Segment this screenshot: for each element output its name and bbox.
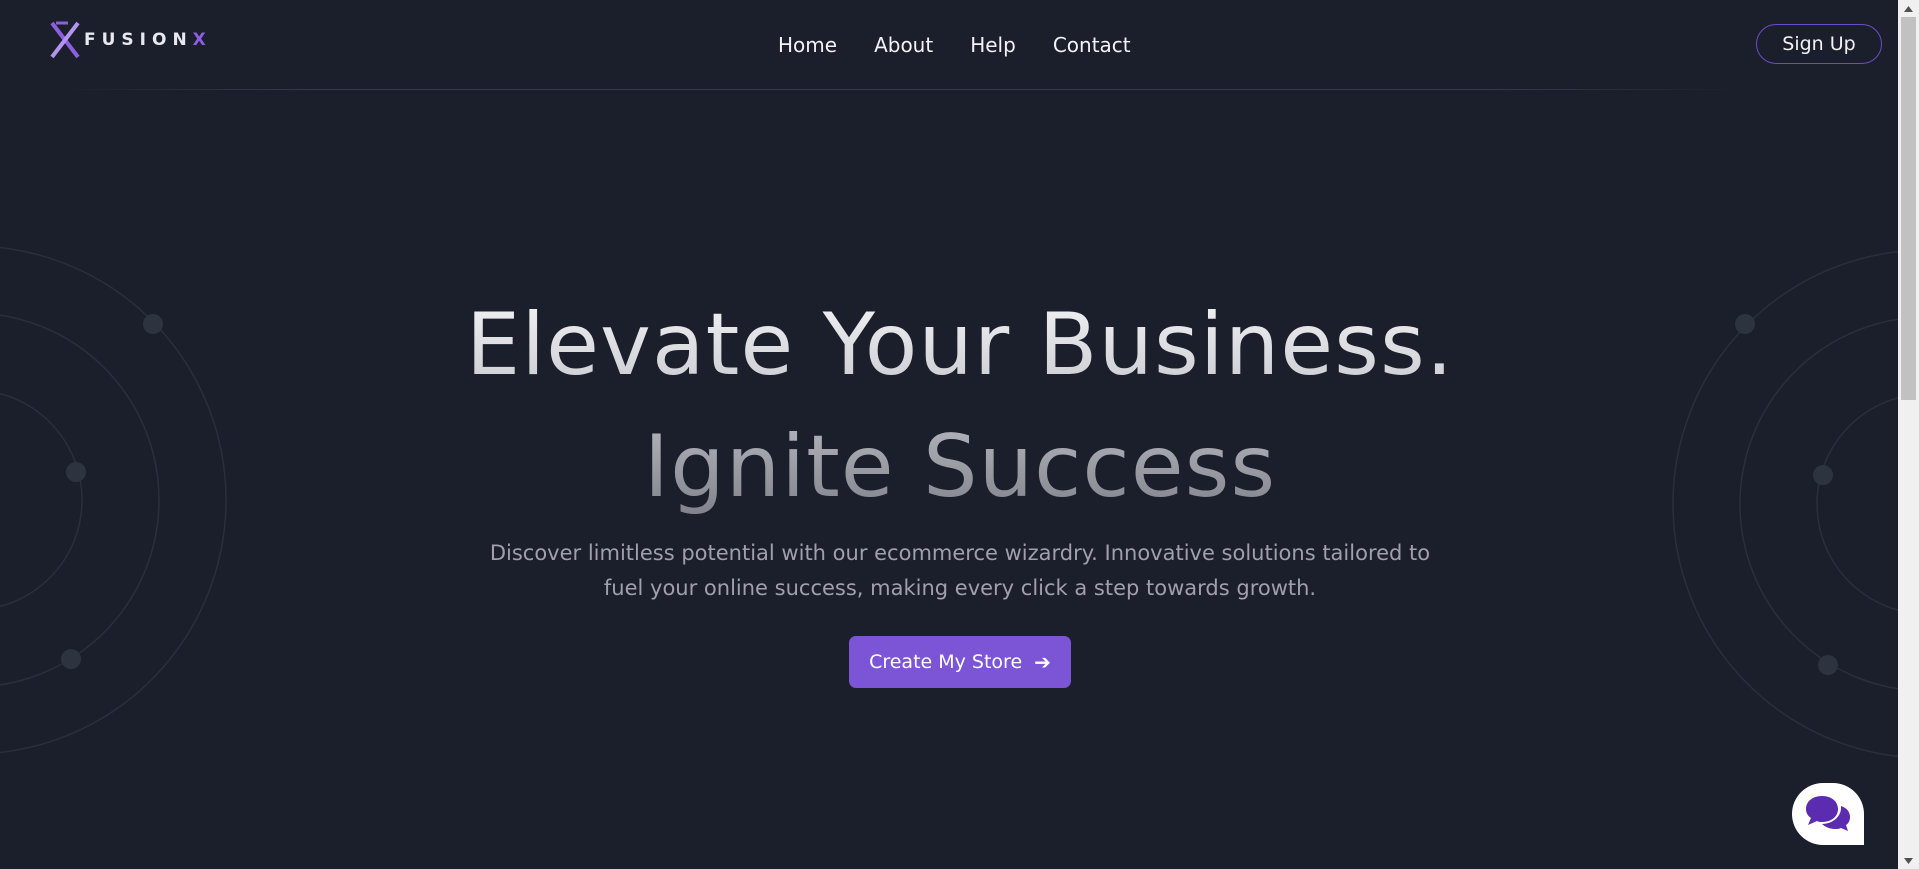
scrollbar-thumb[interactable]: [1901, 17, 1916, 400]
hero-title: Elevate Your Business.: [0, 290, 1898, 400]
page-scrollbar[interactable]: [1898, 0, 1919, 869]
nav-item-contact[interactable]: Contact: [1053, 30, 1131, 60]
chat-bubbles-icon: [1806, 796, 1850, 831]
nav-item-about[interactable]: About: [874, 30, 933, 60]
hero-subtitle: Ignite Success: [0, 412, 1898, 522]
signup-button[interactable]: Sign Up: [1756, 24, 1882, 64]
brand-logo[interactable]: FUSIONX: [48, 20, 206, 60]
left-orbit-dot-3: [61, 649, 81, 669]
scroll-up-icon[interactable]: [1898, 0, 1919, 17]
create-store-label: Create My Store: [869, 651, 1023, 673]
site-header: FUSIONX Home About Help Contact Sign Up: [0, 0, 1898, 90]
right-orbit-dot-3: [1818, 655, 1838, 675]
main-nav: Home About Help Contact: [778, 30, 1131, 60]
nav-item-help[interactable]: Help: [970, 30, 1016, 60]
create-store-button[interactable]: Create My Store ➔: [849, 636, 1071, 688]
arrow-right-icon: ➔: [1034, 650, 1051, 674]
viewport: FUSIONX Home About Help Contact Sign Up …: [0, 0, 1898, 869]
page: FUSIONX Home About Help Contact Sign Up …: [0, 0, 1919, 869]
header-divider: [60, 89, 1740, 90]
chat-widget-button[interactable]: [1792, 783, 1864, 845]
logo-mark-icon: [50, 21, 80, 59]
logo-text: FUSIONX: [84, 30, 206, 50]
hero-description: Discover limitless potential with our ec…: [489, 541, 1431, 600]
scroll-down-icon[interactable]: [1898, 852, 1919, 869]
nav-item-home[interactable]: Home: [778, 30, 837, 60]
